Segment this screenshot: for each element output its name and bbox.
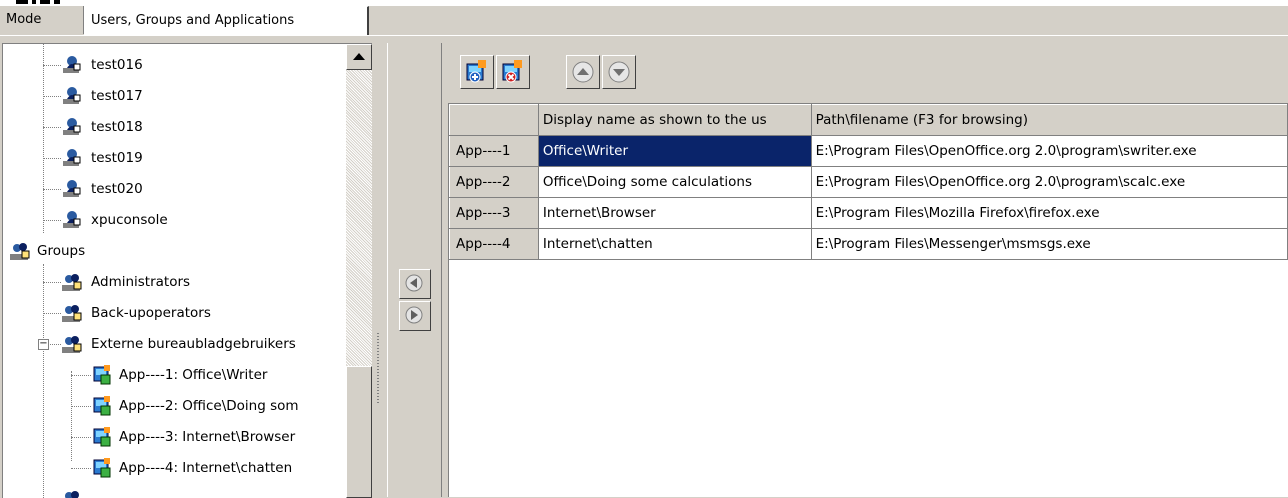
group-icon [62,305,82,322]
display-name-cell[interactable]: Internet\Browser [538,197,812,229]
add-application-icon [466,60,486,83]
application-icon [93,396,111,416]
table-row[interactable]: App----3 Internet\Browser E:\Program Fil… [449,197,1288,229]
move-up-button[interactable] [566,55,600,89]
tree-item-group[interactable]: − Externe bureaubladgebruikers [3,329,343,359]
row-header[interactable]: App----3 [449,197,539,229]
tree-item-application[interactable]: App----3: Internet\Browser [3,422,343,452]
row-header[interactable]: App----2 [449,166,539,198]
path-cell[interactable]: E:\Program Files\OpenOffice.org 2.0\prog… [811,135,1288,167]
move-right-button[interactable] [399,301,431,331]
tree-item-user[interactable]: xpuconsole [3,205,343,235]
move-down-button[interactable] [602,55,636,89]
splitter[interactable] [372,43,384,497]
tab-bar: Mode Users, Groups and Applications [0,6,1288,36]
tree-item-label: Back-upoperators [91,305,211,321]
user-icon [63,87,81,104]
move-up-icon [572,61,594,83]
display-name-cell[interactable]: Office\Writer [538,135,812,167]
tree-item-label: App----1: Office\Writer [119,367,268,383]
table-row[interactable]: App----4 Internet\chatten E:\Program Fil… [449,228,1288,260]
user-icon [63,149,81,166]
add-application-button[interactable] [460,55,494,89]
tree-item-label: App----2: Office\Doing som [119,398,299,414]
corner-header [449,104,539,136]
group-icon [10,243,30,260]
applications-grid[interactable]: Display name as shown to the us Path\fil… [448,103,1288,497]
tree-item-group[interactable]: Back-upoperators [3,298,343,328]
tree-item-label: test019 [91,150,143,166]
group-icon [62,336,82,353]
tree-item-application[interactable]: App----2: Office\Doing som [3,391,343,421]
remove-application-icon [502,60,522,83]
application-icon [93,458,111,478]
arrow-right-icon [405,306,423,324]
application-icon [93,365,111,385]
tree-item-user[interactable]: test017 [3,81,343,111]
group-icon [62,274,82,291]
tree-item-label: test017 [91,88,143,104]
table-row[interactable]: App----2 Office\Doing some calculations … [449,166,1288,198]
move-down-icon [608,61,630,83]
triangle-up-icon [353,53,365,60]
display-name-cell[interactable]: Internet\chatten [538,228,812,260]
tree-item-label: Externe bureaubladgebruikers [91,336,296,352]
tree-item-label: test020 [91,181,143,197]
tree-item-label: xpuconsole [91,212,168,228]
tree-item-label: App----3: Internet\Browser [119,429,296,445]
column-header-display-name[interactable]: Display name as shown to the us [537,104,812,136]
row-header[interactable]: App----1 [449,135,539,167]
display-name-cell[interactable]: Office\Doing some calculations [538,166,812,198]
tree-scrollbar[interactable] [346,44,372,498]
applications-toolbar [444,43,1288,103]
path-cell[interactable]: E:\Program Files\Mozilla Firefox\firefox… [811,197,1288,229]
path-cell[interactable]: E:\Program Files\OpenOffice.org 2.0\prog… [811,166,1288,198]
table-row[interactable]: App----1 Office\Writer E:\Program Files\… [449,135,1288,167]
tree-item-user[interactable]: test016 [3,50,343,80]
column-header-path[interactable]: Path\filename (F3 for browsing) [810,104,1288,136]
tree-item-group[interactable] [3,484,343,498]
tree-item-user[interactable]: test018 [3,112,343,142]
tree-item-label: Groups [37,243,86,259]
user-icon [63,56,81,73]
tree-item-user[interactable]: test020 [3,174,343,204]
tree-item-user[interactable]: test019 [3,143,343,173]
tab-mode[interactable]: Mode [0,6,84,34]
tree-item-label: App----4: Internet\chatten [119,460,293,476]
scroll-thumb[interactable] [346,366,372,498]
remove-application-button[interactable] [496,55,530,89]
tree-item-application[interactable]: App----1: Office\Writer [3,360,343,390]
application-icon [93,427,111,447]
tree-item-label: test016 [91,57,143,73]
users-groups-tree[interactable]: test016 test017 test018 test019 test020 … [2,43,372,498]
scroll-up-button[interactable] [346,44,372,70]
tree-item-application[interactable]: App----4: Internet\chatten [3,453,343,483]
tree-item-label: Administrators [91,274,191,290]
path-cell[interactable]: E:\Program Files\Messenger\msmsgs.exe [811,228,1288,260]
splitter-grip [377,333,379,403]
tree-item-groups[interactable]: Groups [3,236,343,266]
applications-panel: Display name as shown to the us Path\fil… [444,43,1288,497]
grid-header-row: Display name as shown to the us Path\fil… [449,104,1288,136]
tab-users-groups-applications[interactable]: Users, Groups and Applications [84,6,369,35]
tree-item-label: test018 [91,119,143,135]
user-icon [63,118,81,135]
user-icon [63,211,81,228]
tree-item-group[interactable]: Administrators [3,267,343,297]
assign-column [387,43,442,497]
row-header[interactable]: App----4 [449,228,539,260]
user-icon [63,180,81,197]
move-left-button[interactable] [399,269,431,299]
collapse-toggle[interactable]: − [38,339,49,350]
arrow-left-icon [405,274,423,292]
